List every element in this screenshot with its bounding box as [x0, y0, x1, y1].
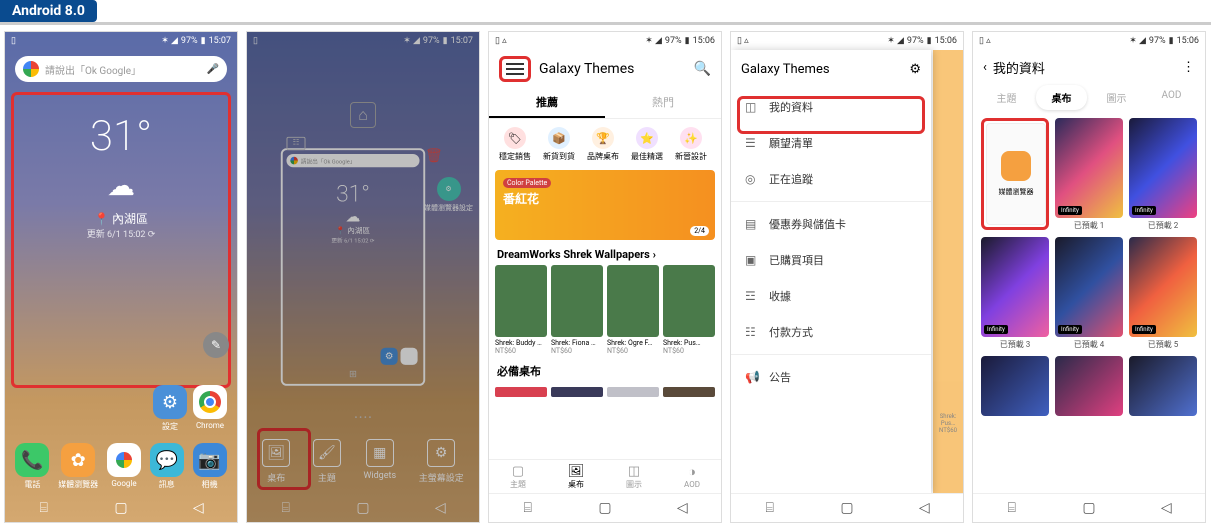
more-icon[interactable]: ⋮	[1182, 60, 1195, 75]
home-edit-toolbar: 🖼桌布 🖌主題 ▦Widgets ⚙主螢幕設定	[247, 433, 479, 490]
dock-gallery[interactable]: ✿媒體瀏覽器	[58, 443, 98, 490]
status-left-icon: ▯	[11, 36, 16, 46]
btab-themes[interactable]: ▢主題	[489, 460, 547, 494]
tab-aod[interactable]: AOD	[1146, 85, 1197, 110]
page-title: Android 8.0	[0, 0, 97, 22]
edit-fab[interactable]: ✎	[203, 332, 229, 358]
phone-3-galaxy-themes: ▯ ▵ ✶ ◢97%▮15:06 Galaxy Themes 🔍 推薦 熱門 🏷…	[488, 31, 722, 523]
drawer-wishlist[interactable]: ☰願望清單	[731, 125, 931, 161]
drawer-payment[interactable]: ☷付款方式	[731, 314, 931, 350]
top-tabs: 推薦 熱門	[489, 88, 721, 119]
gear-icon[interactable]: ⚙	[909, 62, 921, 77]
wallpaper-preload-1[interactable]: Infinity已預載 1	[1055, 118, 1123, 231]
wallpaper-preload-5[interactable]: Infinity已預載 5	[1129, 237, 1197, 350]
dock-camera[interactable]: 📷相機	[193, 443, 227, 490]
my-data-title: 我的資料	[993, 58, 1045, 77]
tab-wallpaper[interactable]: 桌布	[1036, 85, 1087, 110]
tool-wallpaper[interactable]: 🖼桌布	[262, 439, 290, 484]
drawer-purchases[interactable]: ▣已購買項目	[731, 242, 931, 278]
drawer-notice[interactable]: 📢公告	[731, 359, 931, 395]
dock-phone[interactable]: 📞電話	[15, 443, 49, 490]
wallpaper-preload-2[interactable]: Infinity已預載 2	[1129, 118, 1197, 231]
weather-widget[interactable]: 31° ☁ 📍 內湖區 更新 6/1 15:02 ⟳	[5, 112, 237, 240]
nav-bar: ⌸ ▢ ◁	[489, 493, 721, 522]
mic-icon[interactable]: 🎤	[207, 64, 219, 75]
bottom-tabs: ▢主題 🖼桌布 ◫圖示 ◑AOD	[489, 459, 721, 494]
my-data-header: ‹ 我的資料 ⋮	[973, 50, 1205, 85]
phone-5-my-data: ▯ ▵ ✶ ◢97%▮15:06 ‹ 我的資料 ⋮ 主題 桌布 圖示 AOD 媒…	[972, 31, 1206, 523]
nav-back[interactable]: ◁	[188, 501, 208, 515]
drawer-title: Galaxy Themes	[741, 62, 830, 77]
back-icon[interactable]: ‹	[983, 60, 987, 75]
phone-1-home: ▯ ✶ ◢ 97%▮ 15:07 請說出「Ok Google」 🎤 31° ☁ …	[4, 31, 238, 523]
tool-widgets[interactable]: ▦Widgets	[363, 439, 396, 484]
nav-bar: ⌸ ▢ ◁	[5, 494, 237, 522]
tool-themes[interactable]: 🖌主題	[313, 439, 341, 484]
tab-recommended[interactable]: 推薦	[489, 88, 605, 118]
phones-row: ▯ ✶ ◢ 97%▮ 15:07 請說出「Ok Google」 🎤 31° ☁ …	[0, 31, 1211, 523]
page-header: Android 8.0	[0, 0, 1211, 25]
wallpaper-default[interactable]: 媒體瀏覽器	[981, 118, 1049, 231]
tab-icons[interactable]: 圖示	[1091, 85, 1142, 110]
category-tabs: 主題 桌布 圖示 AOD	[973, 85, 1205, 110]
wallpaper-preload-3[interactable]: Infinity已預載 3	[981, 237, 1049, 350]
app-chrome[interactable]: Chrome	[193, 385, 227, 432]
drawer-my-data[interactable]: ◫我的資料	[731, 89, 931, 125]
btab-icons[interactable]: ◫圖示	[605, 460, 663, 494]
status-bar: ▯ ✶ ◢97%▮15:07	[247, 32, 479, 50]
nav-bar: ⌸ ▢ ◁	[973, 493, 1205, 522]
section-shrek[interactable]: DreamWorks Shrek Wallpapers ›	[489, 240, 721, 265]
themes-header: Galaxy Themes 🔍	[489, 50, 721, 88]
phone-2-home-edit: ▯ ✶ ◢97%▮15:07 ⌂ 🗑 ☷ 請說出「Ok Google」 31° …	[246, 31, 480, 523]
status-bar: ▯ ✶ ◢ 97%▮ 15:07	[5, 32, 237, 50]
google-search-bar[interactable]: 請說出「Ok Google」 🎤	[15, 56, 227, 82]
shrek-cards: Shrek: Buddy …NT$60 Shrek: Fiona …NT$60 …	[489, 265, 721, 355]
btab-aod[interactable]: ◑AOD	[663, 460, 721, 494]
weather-location: 📍 內湖區	[5, 210, 237, 227]
tool-home-settings[interactable]: ⚙主螢幕設定	[419, 439, 464, 484]
cloud-icon: ☁	[5, 169, 237, 202]
btab-wallpaper[interactable]: 🖼桌布	[547, 460, 605, 494]
wallpaper-grid: 媒體瀏覽器 Infinity已預載 1 Infinity已預載 2 Infini…	[973, 110, 1205, 424]
drawer-following[interactable]: ◎正在追蹤	[731, 161, 931, 197]
content-behind-drawer: Shrek: Pus…NT$60	[933, 50, 963, 494]
dock-messages[interactable]: 💬訊息	[150, 443, 184, 490]
dock-google[interactable]: Google	[107, 443, 141, 490]
swatch-row	[489, 383, 721, 401]
app-settings[interactable]: ⚙ 設定	[153, 385, 187, 432]
status-bar: ▯ ▵ ✶ ◢97%▮15:06	[731, 32, 963, 50]
google-icon	[23, 61, 39, 77]
nav-home[interactable]: ▢	[111, 501, 131, 515]
drawer-coupons[interactable]: ▤優惠券與儲值卡	[731, 206, 931, 242]
highlight-default-wallpaper: 媒體瀏覽器	[981, 118, 1049, 230]
tab-popular[interactable]: 熱門	[605, 88, 721, 118]
featured-banner[interactable]: Color Palette 番紅花 2/4	[495, 170, 715, 240]
nav-bar: ⌸ ▢ ◁	[247, 494, 479, 522]
section-essential[interactable]: 必備桌布	[489, 355, 721, 383]
trash-icon[interactable]: 🗑	[425, 148, 443, 166]
search-icon[interactable]: 🔍	[694, 61, 711, 77]
gallery-icon	[1001, 151, 1031, 181]
highlight-menu	[499, 56, 531, 82]
drawer-receipts[interactable]: ☲收據	[731, 278, 931, 314]
nav-drawer: Galaxy Themes ⚙ ◫我的資料 ☰願望清單 ◎正在追蹤 ▤優惠券與儲…	[731, 50, 931, 494]
tab-themes[interactable]: 主題	[981, 85, 1032, 110]
status-bar: ▯ ▵ ✶ ◢97%▮15:06	[489, 32, 721, 50]
calendar-icon: ☷	[287, 137, 306, 150]
home-icon[interactable]: ⌂	[350, 102, 376, 128]
wallpaper-preload-4[interactable]: Infinity已預載 4	[1055, 237, 1123, 350]
dock: 📞電話 ✿媒體瀏覽器 Google 💬訊息 📷相機	[5, 443, 237, 490]
menu-icon[interactable]	[506, 63, 524, 75]
category-chips[interactable]: 🏷穩定銷售 📦新貨到貨 🏆品牌桌布 ⭐最佳精選 ✨新晉設計	[489, 119, 721, 170]
phone-4-drawer: ▯ ▵ ✶ ◢97%▮15:06 Shrek: Pus…NT$60 Galaxy…	[730, 31, 964, 523]
nav-recents[interactable]: ⌸	[34, 501, 54, 515]
nav-bar: ⌸ ▢ ◁	[731, 493, 963, 522]
home-page-preview[interactable]: ☷ 請說出「Ok Google」 31° ☁ 📍 內湖區 更新 6/1 15:0…	[281, 148, 425, 386]
status-bar: ▯ ▵ ✶ ◢97%▮15:06	[973, 32, 1205, 50]
mini-search: 請說出「Ok Google」	[287, 154, 420, 167]
themes-title: Galaxy Themes	[539, 61, 634, 77]
